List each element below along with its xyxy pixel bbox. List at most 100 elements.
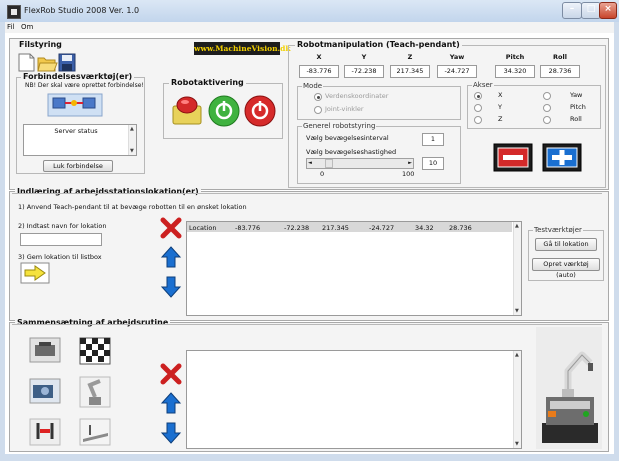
mode-joint-radio[interactable] xyxy=(314,106,322,114)
delete-x-icon[interactable] xyxy=(160,363,182,385)
mode-group: Mode Verdenskoordinater Joint-vinkler xyxy=(297,82,461,120)
axis-y-label: Y xyxy=(498,103,502,111)
value-roll-field[interactable]: 28.736 xyxy=(540,65,580,78)
axis-z-radio[interactable] xyxy=(474,116,482,124)
general-control-group: Generel robotstyring Vælg bevægelsesinte… xyxy=(297,122,461,184)
save-arrow-icon[interactable] xyxy=(20,262,50,284)
menu-file[interactable]: Fil xyxy=(7,23,14,31)
manipulation-group: Robotmanipulation (Teach-pendant) X Y Z … xyxy=(288,40,606,188)
gripper-tool-icon[interactable] xyxy=(29,337,61,363)
close-button[interactable]: × xyxy=(599,2,617,19)
jog-minus-icon[interactable] xyxy=(493,143,533,172)
value-x-field[interactable]: -83.776 xyxy=(299,65,339,78)
routine-scrollbar[interactable]: ▲ ▼ xyxy=(513,351,521,448)
close-connection-button[interactable]: Luk forbindelse xyxy=(43,160,113,172)
routine-panel: Sammensætning af arbejdsrutine ▲ ▼ xyxy=(9,318,609,452)
header-pitch: Pitch xyxy=(505,53,525,61)
location-row-selected[interactable]: Location -83.776 -72.238 217.345 -24.727… xyxy=(187,222,512,232)
move-up-icon[interactable] xyxy=(160,246,182,268)
mode-title: Mode xyxy=(302,82,324,90)
maximize-icon: □ xyxy=(586,4,596,14)
minimize-button[interactable]: – xyxy=(562,2,582,19)
location-scrollbar[interactable]: ▲ ▼ xyxy=(513,222,521,315)
slider-min-label: 0 xyxy=(320,170,325,178)
value-yaw-field[interactable]: -24.727 xyxy=(437,65,477,78)
slider-thumb[interactable] xyxy=(324,159,333,168)
client-area: Filstyring www.MachineVision.dk Forbinde… xyxy=(5,33,614,454)
robot-arm-icon[interactable] xyxy=(79,376,111,408)
gripper-fixture-icon[interactable] xyxy=(29,418,61,446)
routine-listbox[interactable]: ▲ ▼ xyxy=(186,350,522,449)
row-cell-x: -83.776 xyxy=(235,224,261,232)
location-listbox[interactable]: Location -83.776 -72.238 217.345 -24.727… xyxy=(186,221,522,316)
axes-title: Akser xyxy=(472,81,494,89)
scroll-up-icon: ▲ xyxy=(130,126,134,132)
move-down-icon[interactable] xyxy=(160,422,182,444)
header-x: X xyxy=(316,53,322,61)
server-status-box[interactable]: Server status ▲ ▼ xyxy=(23,124,137,156)
slider-max-label: 100 xyxy=(402,170,415,178)
conveyor-icon[interactable] xyxy=(79,418,111,446)
axis-pitch-label: Pitch xyxy=(570,103,586,111)
filstyring-group: Filstyring xyxy=(13,40,175,75)
step1-text: 1) Anvend Teach-pendant til at bevæge ro… xyxy=(18,203,247,211)
axes-group: Akser X Y Z Yaw Pitch Roll xyxy=(467,81,601,129)
camera-icon[interactable] xyxy=(29,378,61,404)
axis-y-radio[interactable] xyxy=(474,104,482,112)
row-cell-roll: 28.736 xyxy=(449,224,472,232)
goto-location-button[interactable]: Gå til lokation xyxy=(535,238,597,251)
move-up-icon[interactable] xyxy=(160,392,182,414)
delete-x-icon[interactable] xyxy=(160,217,182,239)
power-on-icon[interactable] xyxy=(208,95,240,127)
power-off-icon[interactable] xyxy=(244,95,276,127)
test-tools-group: Testværktøjer Gå til lokation Opret værk… xyxy=(528,226,604,281)
scroll-down-icon: ▼ xyxy=(130,148,134,154)
value-pitch-field[interactable]: 34.320 xyxy=(495,65,535,78)
step3-text: 3) Gem lokation til listbox xyxy=(18,253,102,261)
axis-pitch-radio[interactable] xyxy=(543,104,551,112)
jog-buttons xyxy=(493,143,582,172)
connection-note: NB! Der skal være oprettet forbindelse! xyxy=(25,82,144,89)
value-y-field[interactable]: -72.238 xyxy=(344,65,384,78)
speed-field[interactable]: 10 xyxy=(422,157,444,170)
row-cell-yaw: -24.727 xyxy=(369,224,395,232)
emergency-stop-icon[interactable] xyxy=(172,96,202,125)
title-bar[interactable]: FlexRob Studio 2008 Ver. 1.0 – □ × xyxy=(0,0,619,22)
slider-left-icon[interactable]: ◄ xyxy=(308,160,312,166)
menu-about[interactable]: Om xyxy=(21,23,33,31)
row-cell-name: Location xyxy=(189,224,217,232)
save-disk-icon[interactable] xyxy=(58,53,76,72)
server-status-scrollbar[interactable]: ▲ ▼ xyxy=(128,125,136,155)
application-window: FlexRob Studio 2008 Ver. 1.0 – □ × Fil O… xyxy=(0,0,619,461)
axis-yaw-label: Yaw xyxy=(570,91,583,99)
move-down-icon[interactable] xyxy=(160,276,182,298)
row-cell-pitch: 34.32 xyxy=(415,224,434,232)
maximize-button[interactable]: □ xyxy=(581,2,601,19)
header-yaw: Yaw xyxy=(449,53,465,61)
jog-plus-icon[interactable] xyxy=(542,143,582,172)
location-title: Indlæring af arbejdsstationslokation(er) xyxy=(15,187,201,196)
checkerboard-icon[interactable] xyxy=(79,337,111,365)
axis-x-radio[interactable] xyxy=(474,92,482,100)
routine-list-controls xyxy=(160,363,182,444)
axis-roll-radio[interactable] xyxy=(543,116,551,124)
speed-slider[interactable]: ◄ ► xyxy=(306,158,414,169)
location-name-input[interactable] xyxy=(20,233,102,246)
file-toolbar xyxy=(18,53,76,72)
step2-text: 2) Indtast navn for lokation xyxy=(18,222,107,230)
create-tool-button[interactable]: Opret værktøj (auto) xyxy=(532,258,600,279)
row-cell-z: 217.345 xyxy=(322,224,349,232)
interval-field[interactable]: 1 xyxy=(422,133,444,146)
activation-buttons xyxy=(172,95,276,127)
axis-z-label: Z xyxy=(498,115,503,123)
location-divider xyxy=(12,193,602,194)
axis-yaw-radio[interactable] xyxy=(543,92,551,100)
machinevision-logo: www.MachineVision.dk xyxy=(194,42,291,55)
open-folder-icon[interactable] xyxy=(37,57,58,72)
slider-right-icon[interactable]: ► xyxy=(408,160,412,166)
new-file-icon[interactable] xyxy=(18,53,35,72)
scroll-up-icon: ▲ xyxy=(515,223,519,229)
connection-group: Forbindelsesværktøj(er) NB! Der skal vær… xyxy=(16,72,145,174)
value-z-field[interactable]: 217.345 xyxy=(390,65,430,78)
mode-world-radio[interactable] xyxy=(314,93,322,101)
